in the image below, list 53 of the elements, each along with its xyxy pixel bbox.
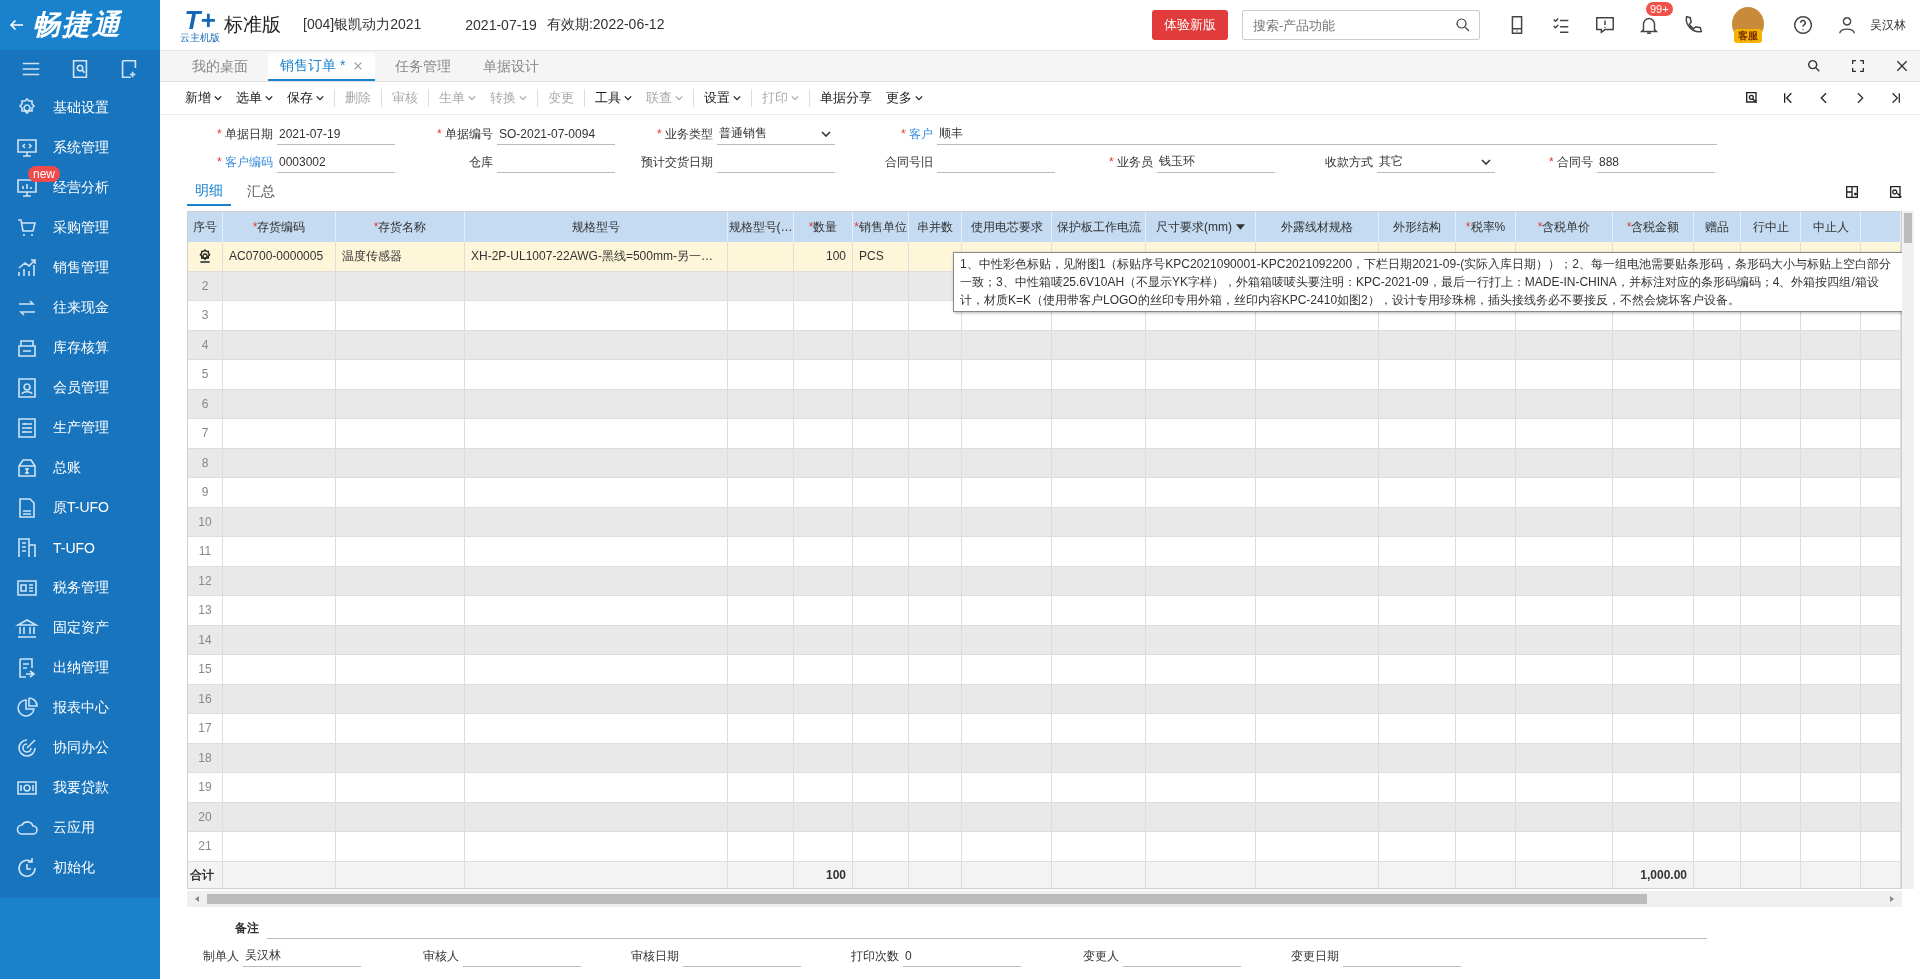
validity-date: 有效期:2022-06-12 (546, 16, 665, 34)
total-cell: 1,000.00 (1640, 868, 1687, 882)
product-logo: T+ (184, 7, 216, 33)
account-name: [004]银凯动力2021 (303, 16, 422, 34)
total-cell: 合计 (190, 866, 214, 884)
table-cell: PCS (859, 249, 884, 264)
field-label: 审核日期 (630, 947, 680, 965)
field-label: 变更日期 (1290, 947, 1340, 965)
field-label: 备注 (234, 919, 260, 937)
row-number: 12 (198, 573, 212, 588)
row-number: 5 (201, 367, 209, 382)
row-number: 10 (198, 514, 212, 529)
field-label: * 单据编号 (436, 125, 494, 143)
row-number: 4 (201, 337, 209, 352)
table-cell: AC0700-0000005 (229, 249, 324, 264)
login-date: 2021-07-19 (465, 17, 537, 33)
row-number: 9 (201, 485, 209, 500)
field-label: * 业务类型 (656, 125, 714, 143)
row-number: 6 (201, 396, 209, 411)
row-number: 19 (198, 780, 212, 795)
field-label: 审核人 (422, 947, 460, 965)
row-number: 7 (201, 426, 209, 441)
table-cell: 100 (825, 249, 846, 264)
row-number: 16 (198, 691, 212, 706)
field-label: 收款方式 (1324, 153, 1374, 171)
row-number: 13 (198, 603, 212, 618)
row-number: 2 (201, 278, 209, 293)
row-number: 15 (198, 662, 212, 677)
field-label: * 合同号 (1548, 153, 1594, 171)
field-label: 打印次数 (850, 947, 900, 965)
total-cell: 100 (825, 868, 846, 882)
row-number: 17 (198, 721, 212, 736)
field-label: 预计交货日期 (640, 153, 714, 171)
new-badge: new (28, 166, 60, 182)
row-number: 18 (198, 750, 212, 765)
field-label: 制单人 (202, 947, 240, 965)
edition-label: 标准版 (224, 13, 281, 37)
logo: 畅捷通 (32, 8, 122, 42)
field-label: * 单据日期 (216, 125, 274, 143)
row-number: 3 (201, 308, 209, 323)
field-label: 变更人 (1082, 947, 1120, 965)
notification-count: 99+ (1646, 2, 1673, 16)
row-number: 8 (201, 455, 209, 470)
field-label: * 业务员 (1108, 153, 1154, 171)
row-number: 14 (198, 632, 212, 647)
edition-note: 云主机版 (180, 33, 220, 43)
row-number: 20 (198, 809, 212, 824)
table-cell: XH-2P-UL1007-22AWG-黑线=500mm-另一… (471, 247, 713, 265)
field-label: 合同号旧 (884, 153, 934, 171)
table-cell: 温度传感器 (342, 247, 402, 265)
field-label: 仓库 (468, 153, 494, 171)
row-number: 21 (198, 839, 212, 854)
row-number: 11 (198, 544, 212, 559)
